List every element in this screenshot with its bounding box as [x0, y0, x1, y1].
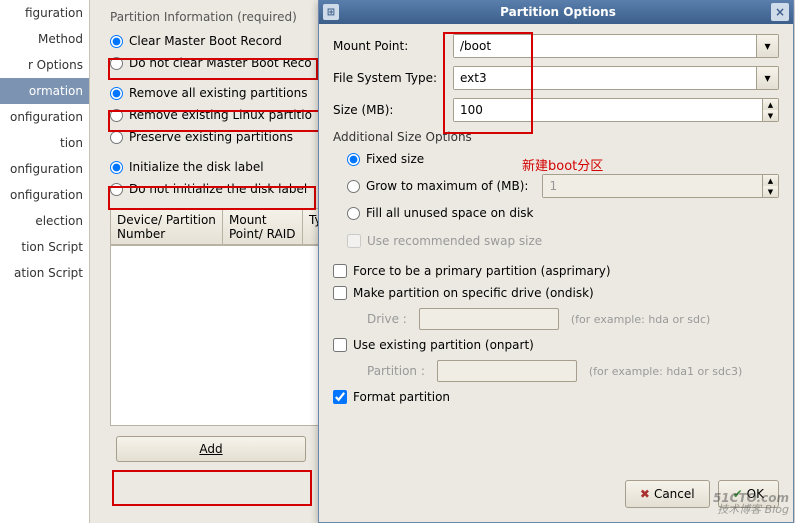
drive-row: Drive : (for example: hda or sdc) — [367, 304, 779, 334]
remove-linux-radio[interactable] — [110, 109, 123, 122]
sidebar-item-1[interactable]: Method — [0, 26, 89, 52]
ondisk-checkbox[interactable] — [333, 286, 347, 300]
onpart-checkbox[interactable] — [333, 338, 347, 352]
sidebar-item-9[interactable]: tion Script — [0, 234, 89, 260]
init-disk-radio[interactable] — [110, 161, 123, 174]
swap-label: Use recommended swap size — [367, 234, 542, 248]
add-button-label: Add — [199, 442, 222, 456]
sidebar-item-8[interactable]: election — [0, 208, 89, 234]
partition-row: Partition : (for example: hda1 or sdc3) — [367, 356, 779, 386]
asprimary-row[interactable]: Force to be a primary partition (asprima… — [333, 260, 779, 282]
remove-linux-label: Remove existing Linux partitio — [129, 108, 312, 122]
noinit-disk-label: Do not initialize the disk label — [129, 182, 307, 196]
grow-label: Grow to maximum of (MB): — [366, 179, 528, 193]
fill-radio[interactable] — [347, 207, 360, 220]
drive-hint: (for example: hda or sdc) — [571, 313, 710, 326]
cancel-icon: ✖ — [640, 487, 650, 501]
sidebar-item-5[interactable]: tion — [0, 130, 89, 156]
fs-type-input[interactable] — [454, 67, 756, 89]
sidebar: figuration Method r Options ormation onf… — [0, 0, 90, 523]
grow-radio[interactable] — [347, 180, 360, 193]
fill-label: Fill all unused space on disk — [366, 206, 534, 220]
format-checkbox[interactable] — [333, 390, 347, 404]
drive-input — [419, 308, 559, 330]
size-spin[interactable]: ▲▼ — [453, 98, 779, 122]
dialog-titlebar[interactable]: ⊞ Partition Options × — [319, 0, 793, 24]
partition-options-dialog: ⊞ Partition Options × Mount Point: ▾ Fil… — [318, 0, 794, 523]
dialog-title: Partition Options — [345, 5, 771, 19]
spin-down-icon[interactable]: ▼ — [763, 110, 778, 121]
asprimary-checkbox[interactable] — [333, 264, 347, 278]
ok-icon: ✔ — [733, 487, 743, 501]
fs-type-label: File System Type: — [333, 71, 445, 85]
format-row[interactable]: Format partition — [333, 386, 779, 408]
swap-row: Use recommended swap size — [347, 230, 779, 252]
format-label: Format partition — [353, 390, 450, 404]
sidebar-item-0[interactable]: figuration — [0, 0, 89, 26]
mount-point-combo[interactable]: ▾ — [453, 34, 779, 58]
fixed-size-row[interactable]: Fixed size — [347, 148, 779, 170]
chevron-down-icon[interactable]: ▾ — [756, 35, 778, 57]
sidebar-item-3[interactable]: ormation — [0, 78, 89, 104]
additional-size-label: Additional Size Options — [333, 130, 779, 144]
ondisk-label: Make partition on specific drive (ondisk… — [353, 286, 594, 300]
partition-table-body[interactable] — [110, 246, 324, 426]
preserve-radio[interactable] — [110, 131, 123, 144]
mbr-noclear-radio[interactable] — [110, 57, 123, 70]
swap-checkbox — [347, 234, 361, 248]
init-disk-label: Initialize the disk label — [129, 160, 264, 174]
ondisk-row[interactable]: Make partition on specific drive (ondisk… — [333, 282, 779, 304]
grow-input — [543, 175, 762, 197]
drive-label: Drive : — [367, 312, 407, 326]
dialog-icon: ⊞ — [323, 4, 339, 20]
mbr-clear-radio[interactable] — [110, 35, 123, 48]
spin-down-icon: ▼ — [763, 186, 778, 197]
mount-point-label: Mount Point: — [333, 39, 445, 53]
size-label: Size (MB): — [333, 103, 445, 117]
table-col-mount[interactable]: Mount Point/ RAID — [223, 209, 303, 244]
sidebar-item-6[interactable]: onfiguration — [0, 156, 89, 182]
onpart-row[interactable]: Use existing partition (onpart) — [333, 334, 779, 356]
partition-hint: (for example: hda1 or sdc3) — [589, 365, 742, 378]
add-button[interactable]: Add — [116, 436, 306, 462]
sidebar-item-2[interactable]: r Options — [0, 52, 89, 78]
asprimary-label: Force to be a primary partition (asprima… — [353, 264, 611, 278]
partition-label: Partition : — [367, 364, 425, 378]
mbr-clear-label: Clear Master Boot Record — [129, 34, 282, 48]
grow-spin: ▲▼ — [542, 174, 779, 198]
noinit-disk-radio[interactable] — [110, 183, 123, 196]
fill-row[interactable]: Fill all unused space on disk — [347, 202, 779, 224]
onpart-label: Use existing partition (onpart) — [353, 338, 534, 352]
mbr-noclear-label: Do not clear Master Boot Reco — [129, 56, 312, 70]
cancel-label: Cancel — [654, 487, 695, 501]
table-col-device[interactable]: Device/ Partition Number — [111, 209, 223, 244]
spin-up-icon[interactable]: ▲ — [763, 99, 778, 110]
mount-point-input[interactable] — [454, 35, 756, 57]
cancel-button[interactable]: ✖ Cancel — [625, 480, 710, 508]
fixed-size-label: Fixed size — [366, 152, 424, 166]
chevron-down-icon[interactable]: ▾ — [756, 67, 778, 89]
size-input[interactable] — [454, 99, 762, 121]
sidebar-item-10[interactable]: ation Script — [0, 260, 89, 286]
ok-button[interactable]: ✔ OK — [718, 480, 779, 508]
grow-row[interactable]: Grow to maximum of (MB): ▲▼ — [347, 170, 779, 202]
preserve-label: Preserve existing partitions — [129, 130, 293, 144]
remove-all-radio[interactable] — [110, 87, 123, 100]
fixed-size-radio[interactable] — [347, 153, 360, 166]
sidebar-item-7[interactable]: onfiguration — [0, 182, 89, 208]
spin-up-icon: ▲ — [763, 175, 778, 186]
remove-all-label: Remove all existing partitions — [129, 86, 307, 100]
ok-label: OK — [747, 487, 764, 501]
partition-table-header: Device/ Partition Number Mount Point/ RA… — [110, 208, 324, 246]
fs-type-combo[interactable]: ▾ — [453, 66, 779, 90]
close-icon[interactable]: × — [771, 3, 789, 21]
sidebar-item-4[interactable]: onfiguration — [0, 104, 89, 130]
partition-input — [437, 360, 577, 382]
